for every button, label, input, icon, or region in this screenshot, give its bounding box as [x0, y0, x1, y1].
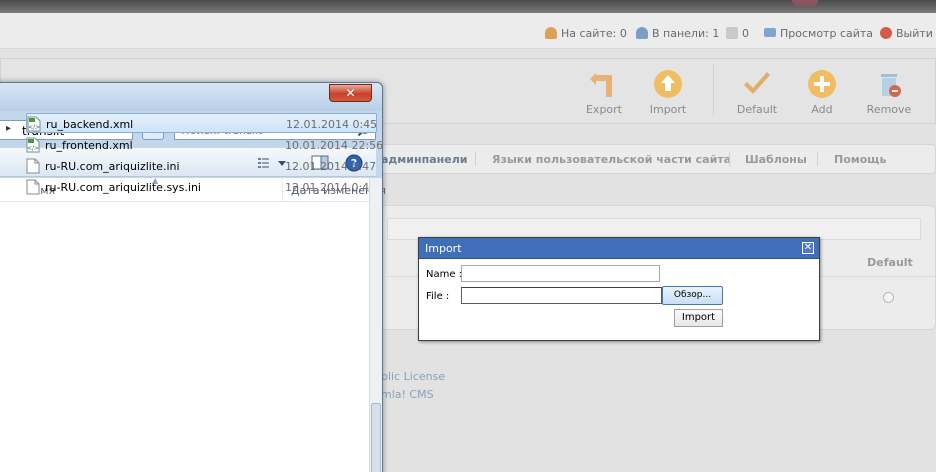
view-site-text: Просмотр сайта: [780, 27, 874, 40]
monitor-icon: [764, 28, 776, 37]
file-name: ru_backend.xml: [46, 118, 134, 131]
online-panel-text: В панели: 1: [652, 27, 720, 40]
tab-admin-languages[interactable]: админпанели: [381, 153, 467, 166]
online-panel-status: В панели: 1: [636, 27, 719, 40]
remove-label: Remove: [866, 103, 912, 116]
import-icon: [654, 70, 682, 98]
file-date: 10.01.2014 22:56: [285, 139, 384, 152]
tab-help[interactable]: Помощь: [834, 153, 886, 166]
file-label: File :: [426, 291, 450, 302]
default-radio[interactable]: [883, 292, 894, 303]
toolbar-separator: [713, 65, 714, 115]
svg-text:</>: </>: [28, 124, 40, 131]
import-button[interactable]: Import: [638, 69, 698, 116]
add-label: Add: [811, 103, 833, 116]
view-site-link[interactable]: Просмотр сайта: [764, 27, 873, 40]
file-list: ▲ Имя Дата изменения </> ru_backend.xml …: [0, 113, 386, 472]
footer-license-link[interactable]: blic License: [381, 370, 445, 383]
footer-cms-link[interactable]: mla! CMS: [381, 388, 434, 401]
column-header-default[interactable]: Default: [845, 252, 935, 274]
import-label: Import: [649, 103, 687, 116]
name-label: Name :: [426, 269, 463, 280]
file-name: ru_frontend.xml: [45, 139, 133, 152]
file-row[interactable]: </> ru_backend.xml 12.01.2014 0:45: [26, 113, 377, 133]
xml-file-icon: </>: [27, 116, 41, 132]
vertical-scrollbar[interactable]: [369, 178, 382, 472]
checkmark-icon: [744, 72, 770, 94]
tab-divider: [729, 152, 730, 166]
add-button[interactable]: Add: [792, 69, 852, 116]
file-row[interactable]: </> ru_frontend.xml 10.01.2014 22:56: [26, 135, 383, 155]
submenu: админпанели Языки пользовательской части…: [376, 144, 936, 174]
remove-button[interactable]: Remove: [859, 69, 919, 116]
mail-icon: [726, 27, 738, 39]
file-row[interactable]: ru-RU.com_ariquizlite.ini 12.01.2014 0:4…: [26, 156, 377, 176]
dialog-close-button[interactable]: ✕: [329, 84, 372, 102]
logout-icon: [880, 27, 892, 39]
import-submit-button[interactable]: Import: [674, 309, 723, 327]
trash-icon: [881, 74, 901, 97]
xml-file-icon: </>: [26, 137, 40, 153]
file-name: ru-RU.com_ariquizlite.sys.ini: [45, 181, 201, 194]
breadcrumb-arrow-icon[interactable]: ▸: [6, 123, 11, 134]
default-button[interactable]: Default: [727, 69, 787, 116]
tab-divider: [817, 152, 818, 166]
users-icon: [545, 27, 557, 39]
top-bar: [0, 0, 936, 13]
ini-file-icon: [26, 179, 40, 195]
default-label: Default: [736, 103, 778, 116]
file-date: 12.01.2014 0:48: [285, 181, 377, 194]
ini-file-icon: [26, 158, 40, 174]
tab-templates[interactable]: Шаблоны: [745, 153, 807, 166]
import-titlebar[interactable]: Import ✕: [419, 238, 819, 259]
tab-site-languages[interactable]: Языки пользовательской части сайта: [492, 153, 731, 166]
scrollbar-thumb[interactable]: [371, 403, 381, 472]
online-site-status: На сайте: 0: [545, 27, 627, 40]
file-row[interactable]: ru-RU.com_ariquizlite.sys.ini 12.01.2014…: [26, 177, 377, 197]
file-date: 12.01.2014 0:47: [285, 160, 377, 173]
logo-fragment: [792, 0, 818, 6]
close-icon[interactable]: ✕: [802, 242, 814, 254]
name-input[interactable]: [461, 265, 660, 282]
file-name: ru-RU.com_ariquizlite.ini: [45, 160, 180, 173]
import-dialog: Import ✕ Name : File : Обзор... Import: [418, 237, 820, 341]
file-open-dialog: ✕ ▸ translit ▼ ⇆ ?: [0, 82, 386, 472]
dialog-titlebar[interactable]: ✕: [0, 83, 382, 111]
export-label: Export: [585, 103, 622, 116]
browse-button[interactable]: Обзор...: [662, 286, 723, 305]
logout-text: Выйти: [896, 27, 933, 40]
file-date: 12.01.2014 0:45: [286, 118, 378, 131]
messages-status[interactable]: 0: [726, 27, 749, 40]
export-button[interactable]: Export: [574, 69, 634, 116]
online-site-text: На сайте: 0: [561, 27, 627, 40]
import-title: Import: [425, 242, 462, 255]
admins-icon: [636, 27, 648, 39]
messages-count: 0: [742, 27, 749, 40]
svg-text:</>: </>: [27, 145, 39, 152]
status-bar: На сайте: 0 В панели: 1 0 Просмотр сайта…: [0, 13, 936, 49]
export-icon: [590, 73, 612, 97]
add-icon: [808, 70, 836, 98]
logout-link[interactable]: Выйти: [880, 27, 933, 40]
tab-divider: [475, 152, 476, 166]
file-path-input[interactable]: [461, 287, 662, 304]
